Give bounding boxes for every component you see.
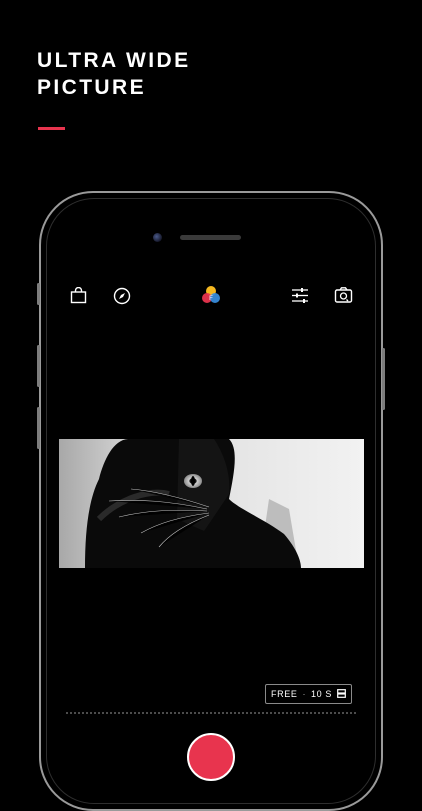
svg-text:F: F — [209, 296, 213, 302]
camera-switch-icon[interactable] — [334, 286, 353, 309]
mode-label: FREE — [271, 689, 298, 699]
cat-photo — [59, 439, 364, 568]
camera-preview-photo — [59, 439, 364, 568]
compass-icon[interactable] — [113, 287, 131, 310]
accent-bar — [38, 127, 65, 130]
shutter-button[interactable] — [187, 733, 235, 781]
phone-power-button — [382, 348, 385, 410]
aspect-ratio-icon — [337, 688, 346, 700]
phone-mute-switch — [37, 283, 40, 305]
separator: · — [302, 689, 307, 699]
front-camera — [153, 233, 162, 242]
adjust-sliders-icon[interactable] — [291, 287, 309, 309]
earpiece-speaker — [180, 235, 241, 240]
shopping-bag-icon[interactable] — [70, 286, 87, 309]
headline-line-2: PICTURE — [37, 76, 146, 99]
filter-color-circles-icon[interactable]: F — [200, 285, 222, 310]
phone-volume-down — [37, 407, 40, 449]
phone-volume-up — [37, 345, 40, 387]
capture-mode-selector[interactable]: FREE · 10 S — [265, 684, 352, 704]
timeline-scrubber[interactable] — [65, 712, 358, 714]
headline-line-1: ULTRA WIDE — [37, 49, 191, 72]
headline: ULTRA WIDE PICTURE — [37, 47, 190, 101]
duration-label: 10 S — [311, 689, 332, 699]
